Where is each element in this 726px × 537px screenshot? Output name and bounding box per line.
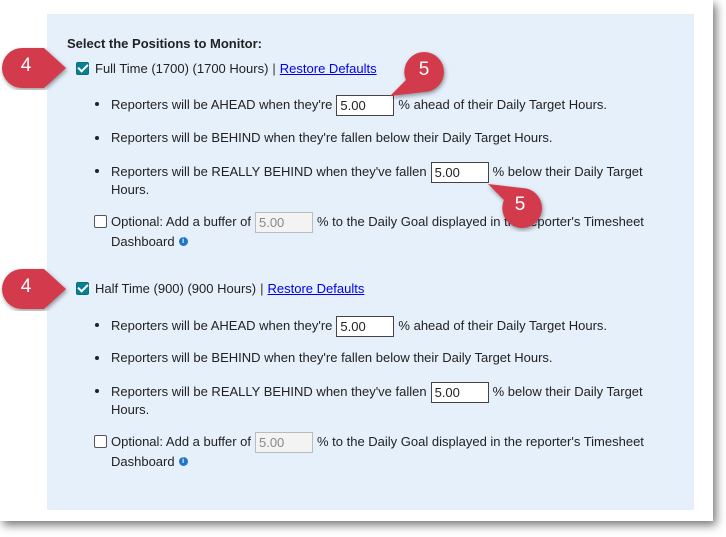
buffer-input[interactable] [254,432,313,454]
restore-defaults-link[interactable]: Restore Defaults [268,281,365,296]
ahead-pre: Reporters will be AHEAD when they're [111,96,333,112]
really-behind-input[interactable] [430,382,489,403]
really-behind-input[interactable] [430,162,489,183]
optional-post: % to the Daily Goal displayed in the rep… [316,214,644,229]
bullet [95,389,99,393]
separator: | [260,280,264,296]
really-post: % below their Daily Target [492,383,643,399]
really-post-cont: Hours. [111,182,150,197]
position-label: Half Time (900) (900 Hours) [95,280,257,296]
optional-buffer-text: Optional: Add a buffer of % to the Daily … [111,212,644,234]
restore-defaults-link[interactable]: Restore Defaults [280,61,377,76]
bullet [95,323,99,327]
really-pre: Reporters will be REALLY BEHIND when the… [111,163,427,179]
really-pre: Reporters will be REALLY BEHIND when the… [111,383,427,399]
callout-label: 5 [514,194,526,215]
bullet [95,356,99,360]
optional-pre: Optional: Add a buffer of [111,434,251,449]
optional-buffer-text: Optional: Add a buffer of % to the Daily … [111,432,644,454]
buffer-input[interactable] [254,212,313,234]
optional-buffer-checkbox[interactable] [94,435,107,448]
position-checkbox-half-time[interactable] [76,281,89,295]
position-row-full-time: Full Time (1700) (1700 Hours) | Restore … [76,58,377,78]
ahead-pre: Reporters will be AHEAD when they're [111,317,333,333]
callout-label: 4 [20,55,32,76]
ahead-text: Reporters will be AHEAD when they're % ah… [111,316,607,337]
position-checkbox-full-time[interactable] [76,61,89,75]
callout-label: 4 [20,276,32,297]
optional-post2: Dashboard [111,454,175,469]
optional-post-cont: Dashboard i [111,232,188,251]
really-post-cont: Hours. [111,402,150,417]
callout-label: 5 [418,59,430,80]
position-label: Full Time (1700) (1700 Hours) [95,60,269,76]
really-behind-text: Reporters will be REALLY BEHIND when the… [111,162,643,183]
really-behind-text: Reporters will be REALLY BEHIND when the… [111,382,643,403]
optional-post2: Dashboard [111,234,175,249]
bullet [95,136,99,140]
position-row-half-time: Half Time (900) (900 Hours) | Restore De… [76,278,364,298]
info-icon[interactable]: i [178,237,188,247]
optional-post: % to the Daily Goal displayed in the rep… [316,434,644,449]
behind-text: Reporters will be BEHIND when they're fa… [111,350,553,365]
bullet [95,169,99,173]
optional-buffer-checkbox[interactable] [94,215,107,228]
section-heading: Select the Positions to Monitor: [67,36,263,51]
ahead-post: % ahead of their Daily Target Hours. [398,317,608,333]
ahead-threshold-input[interactable] [336,316,395,337]
bullet [95,102,99,106]
separator: | [272,60,276,76]
optional-post-cont: Dashboard i [111,452,188,471]
behind-text: Reporters will be BEHIND when they're fa… [111,130,553,145]
ahead-text: Reporters will be AHEAD when they're% ah… [111,95,607,116]
really-post: % below their Daily Target [492,163,643,179]
optional-pre: Optional: Add a buffer of [111,214,251,229]
info-icon[interactable]: i [178,457,188,467]
